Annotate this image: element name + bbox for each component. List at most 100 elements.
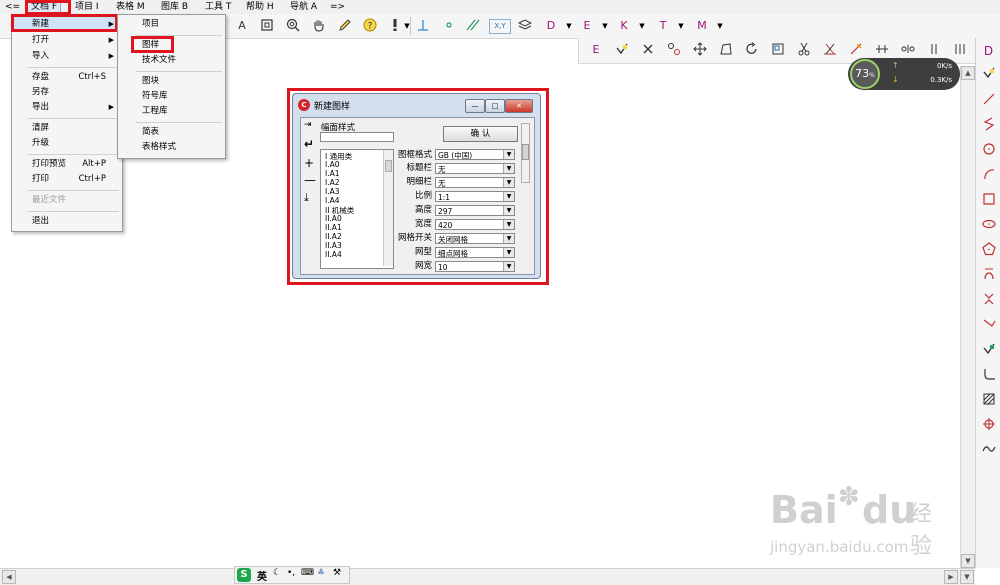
scale-select[interactable]: 1:1 ▼	[435, 191, 515, 202]
menu-navigate[interactable]: 导航 A	[287, 1, 320, 13]
minus-icon[interactable]: —	[304, 173, 316, 187]
menu-back-button[interactable]: <=	[2, 1, 23, 13]
menu-forward-button[interactable]: =>	[327, 1, 348, 13]
edit-e-button[interactable]: E	[587, 42, 605, 58]
parallel-icon[interactable]	[464, 18, 482, 34]
canvas-vertical-scrollbar[interactable]: ▲ ▼	[960, 66, 975, 568]
check-edit-icon[interactable]	[979, 342, 998, 360]
menu-item-print-preview[interactable]: 打印预览 Alt+P	[14, 157, 120, 172]
help-question-icon[interactable]: ?	[361, 18, 379, 34]
pin-icon[interactable]: ⇥	[304, 120, 312, 130]
wave-line-icon[interactable]	[979, 442, 998, 460]
point-snap-icon[interactable]	[440, 18, 458, 34]
scroll-up-icon[interactable]: ▲	[961, 66, 975, 80]
line-icon[interactable]	[979, 92, 998, 110]
dim-e-button[interactable]: E	[578, 18, 596, 34]
enter-icon[interactable]: ↵	[304, 137, 314, 151]
check-edit-icon[interactable]	[613, 42, 631, 58]
fillet-icon[interactable]	[979, 367, 998, 385]
ime-logo-icon[interactable]: S	[237, 568, 251, 582]
pan-hand-icon[interactable]	[310, 18, 328, 34]
skin-icon[interactable]: ♣	[317, 568, 325, 578]
grid-switch-select[interactable]: 关闭网格 ▼	[435, 233, 515, 244]
stretch-icon[interactable]	[717, 42, 735, 58]
width-select[interactable]: 420 ▼	[435, 219, 515, 230]
zoom-icon[interactable]	[284, 18, 302, 34]
rectangle-icon[interactable]	[979, 192, 998, 210]
confirm-button[interactable]: 确 认	[443, 126, 518, 142]
menu-item-save[interactable]: 存盘 Ctrl+S	[14, 70, 120, 85]
submenu-item-block[interactable]: 图块	[120, 74, 223, 89]
copy-objects-icon[interactable]	[665, 42, 683, 58]
mirror-icon[interactable]	[769, 42, 787, 58]
submenu-item-tech-file[interactable]: 技术文件	[120, 53, 223, 68]
dialog-scrollbar[interactable]	[521, 123, 530, 183]
chevron-down-icon[interactable]: ▼	[711, 18, 729, 34]
dim-k-button[interactable]: K	[615, 18, 633, 34]
text-tool-button[interactable]: A	[233, 18, 251, 34]
menu-help[interactable]: 帮助 H	[243, 1, 277, 13]
list-item[interactable]: II.A1	[325, 223, 342, 232]
spline-icon[interactable]	[979, 267, 998, 285]
ime-language-toggle[interactable]: 英	[257, 568, 267, 583]
dim-d-button[interactable]: D	[542, 18, 560, 34]
close-button[interactable]: ✕	[505, 99, 533, 113]
maximize-button[interactable]: □	[485, 99, 505, 113]
trim-icon[interactable]	[821, 42, 839, 58]
submenu-item-project-library[interactable]: 工程库	[120, 104, 223, 119]
list-item[interactable]: II.A3	[325, 241, 342, 250]
columns-icon[interactable]	[951, 42, 969, 58]
moon-icon[interactable]: ☾	[273, 568, 281, 578]
submenu-item-simple-table[interactable]: 简表	[120, 125, 223, 140]
coordinate-input-button[interactable]: X,Y	[489, 19, 511, 34]
menu-table[interactable]: 表格 M	[113, 1, 148, 13]
menu-item-clear-screen[interactable]: 清屏	[14, 121, 120, 136]
angle-line-icon[interactable]	[979, 317, 998, 335]
check-edit-icon[interactable]	[979, 66, 998, 84]
menu-item-save-as[interactable]: 另存	[14, 85, 120, 100]
frame-format-select[interactable]: GB (中国) ▼	[435, 149, 515, 160]
perpendicular-icon[interactable]	[414, 18, 432, 34]
submenu-item-table-style[interactable]: 表格样式	[120, 140, 223, 155]
chevron-down-icon[interactable]: ▼	[596, 18, 614, 34]
move-icon[interactable]	[691, 42, 709, 58]
ellipse-icon[interactable]	[979, 217, 998, 235]
dialog-title-bar[interactable]: C 新建图样 — □ ✕	[293, 94, 540, 116]
canvas-horizontal-scrollbar[interactable]: ◀ ▶ ▼	[0, 568, 975, 585]
scroll-left-icon[interactable]: ◀	[2, 570, 16, 584]
chevron-down-icon[interactable]: ▼	[633, 18, 651, 34]
wrench-icon[interactable]: ⚒	[333, 568, 341, 578]
zoom-window-icon[interactable]	[258, 18, 276, 34]
menu-item-open[interactable]: 打开 ▶	[14, 33, 120, 48]
keyboard-icon[interactable]: ⌨	[301, 568, 314, 578]
menu-item-import[interactable]: 导入 ▶	[14, 49, 120, 64]
chevron-down-icon[interactable]: ▼	[672, 18, 690, 34]
list-item[interactable]: I.A2	[325, 178, 340, 187]
menu-item-upgrade[interactable]: 升级	[14, 136, 120, 151]
list-item[interactable]: I.A4	[325, 196, 340, 205]
dim-t-button[interactable]: T	[654, 18, 672, 34]
array-icon[interactable]	[873, 42, 891, 58]
grid-width-select[interactable]: 10 ▼	[435, 261, 515, 272]
menu-item-exit[interactable]: 退出	[14, 214, 120, 229]
list-item[interactable]: II.A0	[325, 214, 342, 223]
title-block-select[interactable]: 无 ▼	[435, 163, 515, 174]
menu-item-print[interactable]: 打印 Ctrl+P	[14, 172, 120, 187]
list-item[interactable]: II.A4	[325, 250, 342, 259]
delete-x-icon[interactable]	[639, 42, 657, 58]
menu-item-recent-files[interactable]: 最近文件	[14, 193, 120, 208]
menu-item-export[interactable]: 导出 ▶	[14, 100, 120, 115]
hatch-icon[interactable]	[979, 392, 998, 410]
list-item[interactable]: I.A3	[325, 187, 340, 196]
chevron-down-icon[interactable]: ▼	[560, 18, 578, 34]
dim-m-button[interactable]: M	[693, 18, 711, 34]
break-icon[interactable]	[847, 42, 865, 58]
grid-type-select[interactable]: 细点网格 ▼	[435, 247, 515, 258]
center-mark-icon[interactable]	[979, 417, 998, 435]
scroll-corner-icon[interactable]: ▼	[960, 570, 974, 584]
submenu-item-symbol-library[interactable]: 符号库	[120, 89, 223, 104]
polyline-icon[interactable]	[979, 117, 998, 135]
list-item[interactable]: I.A0	[325, 160, 340, 169]
circle-icon[interactable]	[979, 142, 998, 160]
parts-list-select[interactable]: 无 ▼	[435, 177, 515, 188]
